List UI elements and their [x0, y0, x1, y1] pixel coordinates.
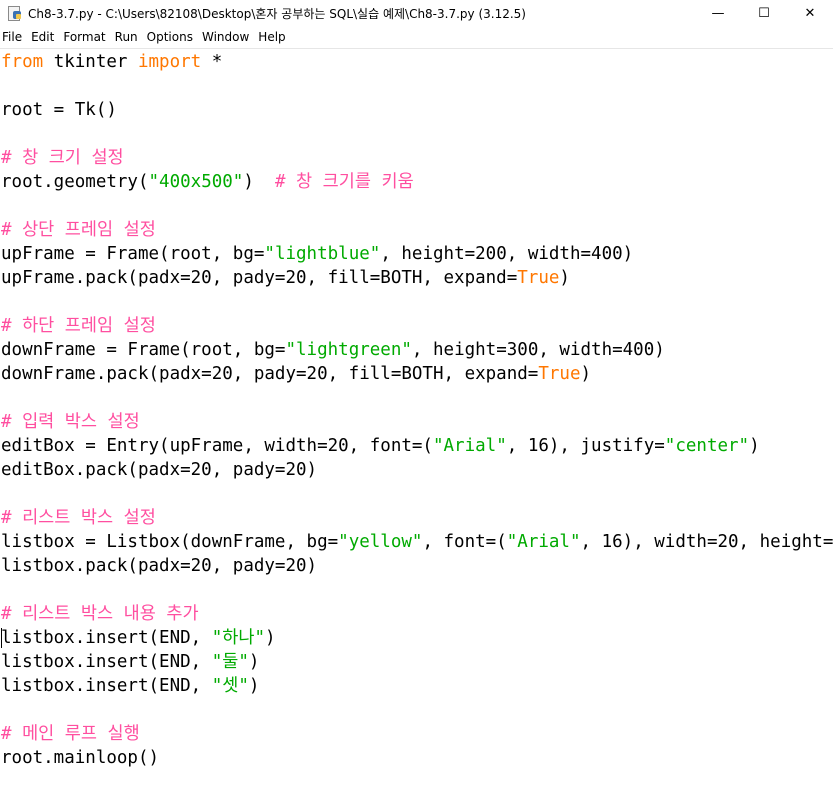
code-token: , 16), justify= — [506, 436, 665, 456]
code-token: tkinter — [43, 52, 138, 72]
code-line: editBox.pack(padx=20, pady=20) — [1, 458, 317, 482]
code-token: import — [137, 52, 202, 72]
code-line: root.geometry("400x500") # 창 크기를 키움 — [1, 170, 414, 194]
code-token: upFrame = Frame(root, bg= — [1, 244, 265, 264]
code-token: editBox = Entry(upFrame, width=20, font=… — [1, 436, 433, 456]
menu-help[interactable]: Help — [254, 30, 290, 44]
close-icon: ✕ — [804, 5, 816, 21]
code-line: downFrame.pack(padx=20, pady=20, fill=BO… — [1, 362, 591, 386]
python-file-icon — [6, 5, 22, 21]
code-token: True — [517, 268, 560, 288]
code-line: # 리스트 박스 내용 추가 — [1, 602, 199, 626]
code-line: listbox.pack(padx=20, pady=20) — [1, 554, 317, 578]
code-token: "하나" — [211, 628, 265, 648]
code-token: "Arial" — [432, 436, 507, 456]
window-controls: — ☐ ✕ — [695, 0, 833, 26]
code-token: # 메인 루프 실행 — [1, 724, 140, 744]
code-token: # 리스트 박스 내용 추가 — [1, 604, 199, 624]
code-token: upFrame.pack(padx=20, pady=20, fill=BOTH… — [1, 268, 518, 288]
title-bar: Ch8-3.7.py - C:\Users\82108\Desktop\혼자 공… — [0, 0, 833, 26]
code-line: root.mainloop() — [1, 746, 159, 770]
code-token: ) — [749, 436, 760, 456]
menu-format[interactable]: Format — [59, 30, 110, 44]
code-token: listbox.pack(padx=20, pady=20) — [1, 556, 318, 576]
code-token: listbox.insert(END, — [1, 676, 212, 696]
code-line: upFrame = Frame(root, bg="lightblue", he… — [1, 242, 633, 266]
code-line: # 입력 박스 설정 — [1, 410, 140, 434]
code-token: "둘" — [211, 652, 249, 672]
code-token: # 리스트 박스 설정 — [1, 508, 156, 528]
code-token: root = Tk() — [1, 100, 117, 120]
close-button[interactable]: ✕ — [787, 0, 833, 26]
code-line: upFrame.pack(padx=20, pady=20, fill=BOTH… — [1, 266, 570, 290]
code-line: editBox = Entry(upFrame, width=20, font=… — [1, 434, 760, 458]
code-token: "셋" — [211, 676, 249, 696]
menu-options[interactable]: Options — [143, 30, 198, 44]
code-token: "yellow" — [338, 532, 423, 552]
code-line: # 하단 프레임 설정 — [1, 314, 156, 338]
menu-bar: File Edit Format Run Options Window Help — [0, 26, 833, 49]
code-token: "center" — [664, 436, 750, 456]
code-line: listbox.insert(END, "하나") — [1, 626, 276, 650]
menu-file[interactable]: File — [0, 30, 27, 44]
code-token: # 창 크기를 키움 — [274, 172, 414, 192]
text-cursor — [1, 628, 2, 648]
code-token: , height=300, width=400) — [411, 340, 665, 360]
window-title: Ch8-3.7.py - C:\Users\82108\Desktop\혼자 공… — [28, 6, 526, 21]
code-token: ) — [559, 268, 570, 288]
code-token: from — [1, 52, 44, 72]
code-token: , 16), width=20, height=10) — [580, 532, 833, 552]
code-token: True — [538, 364, 581, 384]
code-token: listbox = Listbox(downFrame, bg= — [1, 532, 339, 552]
code-line: downFrame = Frame(root, bg="lightgreen",… — [1, 338, 665, 362]
code-line: listbox = Listbox(downFrame, bg="yellow"… — [1, 530, 833, 554]
code-token: # 하단 프레임 설정 — [1, 316, 156, 336]
maximize-button[interactable]: ☐ — [741, 0, 787, 26]
code-line: # 리스트 박스 설정 — [1, 506, 156, 530]
code-line: listbox.insert(END, "셋") — [1, 674, 259, 698]
code-line: # 상단 프레임 설정 — [1, 218, 156, 242]
minimize-button[interactable]: — — [695, 0, 741, 26]
code-editor[interactable]: from tkinter import * root = Tk() # 창 크기 설… — [0, 50, 833, 791]
code-token: "Arial" — [506, 532, 581, 552]
code-token: downFrame = Frame(root, bg= — [1, 340, 286, 360]
code-token: ) — [265, 628, 276, 648]
code-line: root = Tk() — [1, 98, 117, 122]
maximize-icon: ☐ — [758, 5, 770, 21]
code-line: # 창 크기 설정 — [1, 146, 124, 170]
code-token: ) — [248, 676, 260, 696]
code-token: downFrame.pack(padx=20, pady=20, fill=BO… — [1, 364, 539, 384]
code-line: listbox.insert(END, "둘") — [1, 650, 259, 674]
code-token: ) — [580, 364, 592, 384]
code-token: ) — [248, 652, 260, 672]
code-token: # 입력 박스 설정 — [1, 412, 140, 432]
code-token: ) — [243, 172, 275, 192]
code-token: * — [201, 52, 223, 72]
code-token: # 상단 프레임 설정 — [1, 220, 156, 240]
code-token: listbox.insert(END, — [1, 652, 212, 672]
code-token: , height=200, width=400) — [380, 244, 634, 264]
code-token: listbox.insert(END, — [1, 628, 212, 648]
code-token: # 창 크기 설정 — [1, 148, 124, 168]
code-line: from tkinter import * — [1, 50, 222, 74]
menu-edit[interactable]: Edit — [27, 30, 59, 44]
code-token: root.mainloop() — [1, 748, 160, 768]
code-token: "lightgreen" — [285, 340, 412, 360]
menu-window[interactable]: Window — [198, 30, 254, 44]
code-token: root.geometry( — [1, 172, 149, 192]
minimize-icon: — — [711, 5, 725, 21]
code-token: "400x500" — [148, 172, 244, 192]
code-token: editBox.pack(padx=20, pady=20) — [1, 460, 318, 480]
code-token: , font=( — [422, 532, 507, 552]
code-line: # 메인 루프 실행 — [1, 722, 140, 746]
code-token: "lightblue" — [264, 244, 381, 264]
menu-run[interactable]: Run — [111, 30, 143, 44]
